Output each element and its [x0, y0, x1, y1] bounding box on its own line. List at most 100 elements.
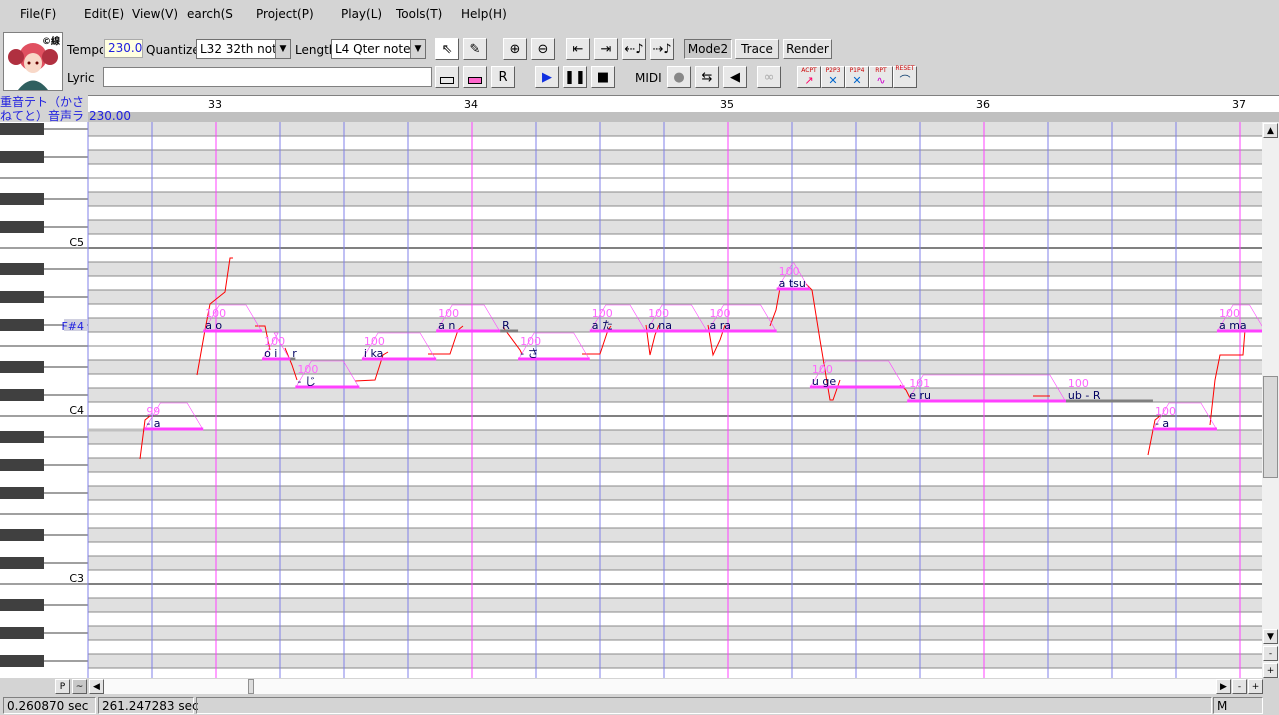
menu-edit[interactable]: Edit(E)	[84, 7, 124, 21]
white-key[interactable]	[0, 178, 88, 192]
tempo-input[interactable]: 230.0	[104, 39, 143, 58]
tempo-track[interactable]: 230.00	[88, 109, 1279, 123]
hzoom-out-button[interactable]: -	[1232, 679, 1247, 694]
grid-row[interactable]	[88, 542, 1262, 556]
env-rpt-button[interactable]: RPT ∿	[869, 66, 893, 88]
pause-button[interactable]: ❚❚	[563, 66, 587, 88]
white-key[interactable]	[0, 612, 88, 626]
add-note-button[interactable]	[463, 66, 487, 88]
menu-help[interactable]: Help(H)	[461, 7, 507, 21]
grid-row[interactable]	[88, 150, 1262, 164]
grid-row[interactable]	[88, 486, 1262, 500]
black-key[interactable]	[0, 557, 44, 569]
black-key[interactable]	[0, 193, 44, 205]
avatar[interactable]: ©線	[3, 32, 63, 91]
black-key[interactable]	[0, 487, 44, 499]
grid-row[interactable]	[88, 234, 1262, 248]
grid-row[interactable]	[88, 206, 1262, 220]
menu-tools[interactable]: Tools(T)	[396, 7, 442, 21]
grid-row[interactable]	[88, 276, 1262, 290]
grid-row[interactable]	[88, 402, 1262, 416]
grid-row[interactable]	[88, 612, 1262, 626]
measure-ruler[interactable]: 33 34 35 36 37	[88, 95, 1279, 112]
black-key[interactable]	[0, 627, 44, 639]
grid-row[interactable]	[88, 500, 1262, 514]
tilde-button[interactable]: ~	[72, 679, 87, 694]
scroll-right-button[interactable]: ▶	[1216, 679, 1231, 694]
go-end-button[interactable]: ⇥	[594, 38, 618, 60]
white-key[interactable]	[0, 472, 88, 486]
menu-view[interactable]: View(V)	[132, 7, 178, 21]
speaker-button[interactable]: ◀	[723, 66, 747, 88]
note[interactable]: r	[290, 347, 297, 361]
black-key[interactable]	[0, 151, 44, 163]
loop-button[interactable]: ∞	[757, 66, 781, 88]
black-key[interactable]	[0, 221, 44, 233]
grid-row[interactable]	[88, 430, 1262, 444]
grid-row[interactable]	[88, 598, 1262, 612]
grid-row[interactable]	[88, 416, 1262, 430]
p-button[interactable]: P	[55, 679, 70, 694]
piano-roll[interactable]: C5F#4C4C3- a99a o100o i100r- じ100i ka100…	[0, 122, 1262, 678]
black-key[interactable]	[0, 361, 44, 373]
grid-row[interactable]	[88, 640, 1262, 654]
pencil-tool-button[interactable]: ✎	[463, 38, 487, 60]
white-key[interactable]	[0, 304, 88, 318]
white-key[interactable]	[0, 584, 88, 598]
white-key[interactable]	[0, 500, 88, 514]
go-start-button[interactable]: ⇤	[566, 38, 590, 60]
env-reset-button[interactable]: RESET ⌒	[893, 66, 917, 88]
grid-row[interactable]	[88, 556, 1262, 570]
grid-row[interactable]	[88, 528, 1262, 542]
scroll-down-button[interactable]: ▼	[1263, 629, 1278, 644]
env-p2p3-button[interactable]: P2P3 ✕	[821, 66, 845, 88]
grid-row[interactable]	[88, 290, 1262, 304]
black-key[interactable]	[0, 655, 44, 667]
white-key[interactable]	[0, 416, 88, 430]
add-rest-button[interactable]: R	[491, 66, 515, 88]
stop-button[interactable]: ■	[591, 66, 615, 88]
menu-play[interactable]: Play(L)	[341, 7, 382, 21]
menu-file[interactable]: File(F)	[20, 7, 56, 21]
white-key[interactable]	[0, 640, 88, 654]
black-key[interactable]	[0, 459, 44, 471]
black-key[interactable]	[0, 529, 44, 541]
white-key[interactable]	[0, 276, 88, 290]
white-key[interactable]	[0, 206, 88, 220]
grid-row[interactable]	[88, 248, 1262, 262]
menu-search[interactable]: earch(S	[187, 7, 233, 21]
grid-row[interactable]	[88, 626, 1262, 640]
black-key[interactable]	[0, 319, 44, 331]
scroll-up-button[interactable]: ▲	[1263, 123, 1278, 138]
white-key[interactable]	[0, 542, 88, 556]
white-key[interactable]	[0, 514, 88, 528]
grid-row[interactable]	[88, 136, 1262, 150]
white-key[interactable]	[0, 332, 88, 346]
white-key[interactable]	[0, 374, 88, 388]
grid-row[interactable]	[88, 514, 1262, 528]
white-key[interactable]	[0, 248, 88, 262]
grid-row[interactable]	[88, 220, 1262, 234]
white-key[interactable]	[0, 346, 88, 360]
midi-record-button[interactable]: ●	[667, 66, 691, 88]
grid-row[interactable]	[88, 164, 1262, 178]
grid-row[interactable]	[88, 668, 1262, 678]
scroll-left-button[interactable]: ◀	[89, 679, 104, 694]
vertical-scroll-thumb[interactable]	[1263, 376, 1278, 478]
length-select[interactable]: L4 Qter note ▼	[331, 39, 426, 59]
menu-project[interactable]: Project(P)	[256, 7, 314, 21]
grid-row[interactable]	[88, 192, 1262, 206]
env-p1p4-button[interactable]: P1P4 ✕	[845, 66, 869, 88]
vzoom-in-button[interactable]: +	[1263, 663, 1278, 678]
white-key[interactable]	[0, 668, 88, 678]
mode2-button[interactable]: Mode2	[684, 39, 732, 59]
play-button[interactable]: ▶	[535, 66, 559, 88]
next-note-button[interactable]: ⇢♪	[650, 38, 674, 60]
tempo-marker[interactable]: 230.00	[89, 109, 131, 123]
white-key[interactable]	[0, 444, 88, 458]
env-acpt-button[interactable]: ACPT ↗	[797, 66, 821, 88]
grid-row[interactable]	[88, 178, 1262, 192]
lyric-input[interactable]	[103, 67, 432, 87]
insert-note-button[interactable]	[435, 66, 459, 88]
grid-row[interactable]	[88, 262, 1262, 276]
